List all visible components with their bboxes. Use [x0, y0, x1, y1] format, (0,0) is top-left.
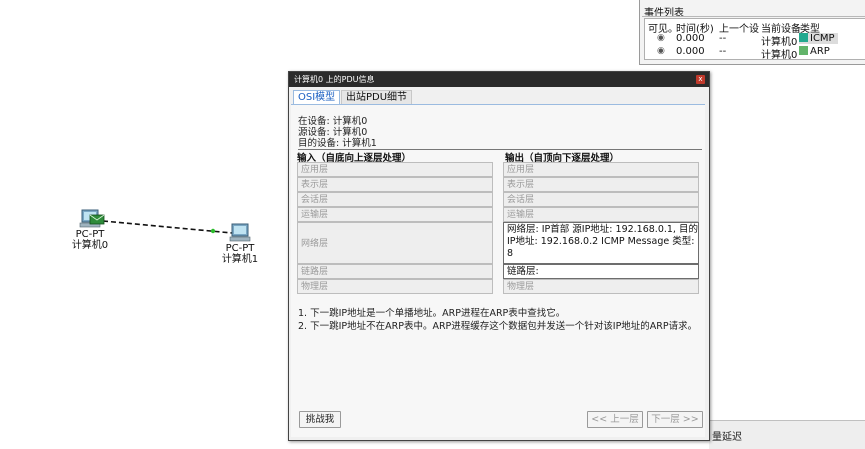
in-layer-network[interactable]: 网络层 [297, 222, 493, 264]
pc-icon [79, 209, 105, 228]
bottom-control-strip: 量延迟 [709, 420, 865, 449]
event-type: ICMP [799, 33, 838, 44]
next-layer-button[interactable]: 下一层 >> [647, 411, 703, 428]
pc-icon [229, 223, 251, 242]
out-layer-application[interactable]: 应用层 [503, 162, 699, 177]
out-layer-presentation[interactable]: 表示层 [503, 177, 699, 192]
in-layer-data-link[interactable]: 链路层 [297, 264, 493, 279]
note-line-2: 2. 下一跳IP地址不在ARP表中。ARP进程缓存这个数据包并发送一个针对该IP… [298, 321, 698, 332]
panel-divider [642, 16, 865, 17]
close-button[interactable]: x [696, 75, 705, 84]
device-pc1[interactable]: PC-PT 计算机1 [219, 223, 261, 265]
event-time: 0.000 [676, 46, 705, 57]
note-line-1: 1. 下一跳IP地址是一个单播地址。ARP进程在ARP表中查找它。 [298, 308, 566, 319]
previous-layer-button[interactable]: << 上一层 [587, 411, 643, 428]
arp-color-swatch [799, 46, 808, 55]
dest-device-text: 目的设备: 计算机1 [298, 138, 377, 149]
event-time: 0.000 [676, 33, 705, 44]
event-row[interactable]: ◉ 0.000 -- 计算机0 ICMP [640, 33, 865, 48]
pdu-info-dialog: 计算机0 上的PDU信息 x OSI模型 出站PDU细节 在设备: 计算机0 源… [288, 71, 710, 441]
out-layer-data-link[interactable]: 链路层: [503, 264, 699, 279]
event-last-device: -- [719, 46, 727, 57]
tab-osi-model[interactable]: OSI模型 [293, 90, 341, 105]
link-status-dot [210, 228, 216, 234]
delay-label: 量延迟 [712, 432, 742, 443]
device-type-label: PC-PT [225, 243, 255, 254]
out-layer-session[interactable]: 会话层 [503, 192, 699, 207]
dialog-titlebar[interactable]: 计算机0 上的PDU信息 x [289, 72, 709, 87]
eye-icon[interactable]: ◉ [657, 33, 665, 43]
out-layer-physical[interactable]: 物理层 [503, 279, 699, 294]
dialog-title: 计算机0 上的PDU信息 [294, 75, 375, 84]
in-layer-transport[interactable]: 运输层 [297, 207, 493, 222]
event-type-label: ICMP [810, 33, 835, 44]
event-type: ARP [799, 46, 830, 57]
in-layer-application[interactable]: 应用层 [297, 162, 493, 177]
challenge-me-button[interactable]: 挑战我 [299, 411, 341, 428]
device-name-label: 计算机0 [71, 240, 109, 251]
icmp-color-swatch [799, 33, 808, 42]
close-icon: x [698, 75, 703, 83]
event-row[interactable]: ◉ 0.000 -- 计算机0 ARP [640, 46, 865, 61]
out-layer-network[interactable]: 网络层: IP首部 源IP地址: 192.168.0.1, 目的IP地址: 19… [503, 222, 699, 264]
device-name-label: 计算机1 [221, 254, 259, 265]
device-type-label: PC-PT [75, 229, 105, 240]
in-layer-presentation[interactable]: 表示层 [297, 177, 493, 192]
event-list-panel: 事件列表 可见。 时间(秒) 上一个设 当前设备 类型 ◉ 0.000 -- 计… [639, 0, 865, 65]
in-layer-physical[interactable]: 物理层 [297, 279, 493, 294]
eye-icon[interactable]: ◉ [657, 46, 665, 56]
event-type-label: ARP [810, 46, 830, 57]
osi-model-panel: 在设备: 计算机0 源设备: 计算机0 目的设备: 计算机1 输入（自底向上逐层… [291, 104, 705, 437]
event-last-device: -- [719, 33, 727, 44]
tab-outbound-pdu-details[interactable]: 出站PDU细节 [341, 90, 413, 105]
in-layer-session[interactable]: 会话层 [297, 192, 493, 207]
out-layer-transport[interactable]: 运输层 [503, 207, 699, 222]
device-pc0[interactable]: PC-PT 计算机0 [68, 209, 112, 251]
event-current-device: 计算机0 [761, 50, 798, 61]
